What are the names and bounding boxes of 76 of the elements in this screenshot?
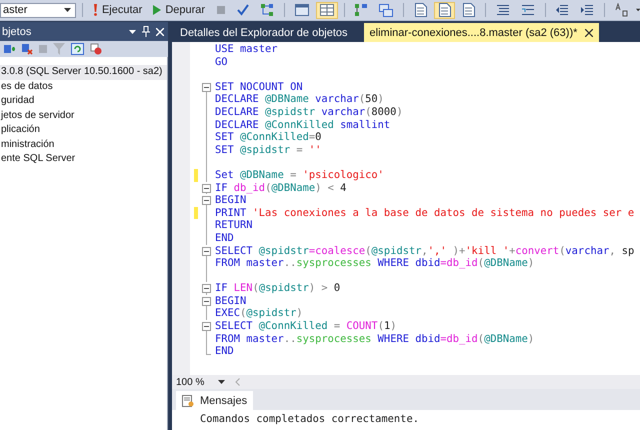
close-icon[interactable]	[585, 28, 594, 36]
windows-icon	[379, 4, 394, 16]
code-editor[interactable]	[172, 42, 640, 375]
results-tab[interactable]: Mensajes	[176, 391, 254, 410]
indent-icon	[580, 4, 594, 16]
code-line: DECLARE @spidstr varchar(8000)	[215, 106, 403, 119]
code-line: END	[215, 345, 234, 358]
code-line: USE master	[215, 43, 278, 56]
code-line: BEGIN	[215, 294, 246, 308]
caret-icon[interactable]	[129, 30, 136, 34]
spelling-icon	[614, 3, 629, 17]
check-icon	[237, 4, 250, 16]
document-icon	[414, 3, 427, 17]
panel-title: bjetos	[2, 26, 32, 38]
code-line: FROM master..sysprocesses WHERE dbid=db_id(@DBName)	[215, 257, 534, 270]
stop-document-icon[interactable]	[90, 43, 102, 55]
code-line: SELECT @ConnKilled = COUNT(1)	[215, 320, 396, 333]
collapse-icon[interactable]	[202, 196, 211, 206]
caret-icon	[218, 380, 226, 384]
tree-item[interactable]: guridad	[0, 94, 167, 108]
toolbar-button[interactable]	[434, 2, 455, 18]
document-icon	[462, 3, 475, 17]
tree-item[interactable]: es de datos	[0, 80, 167, 94]
tree-item[interactable]: ministración	[0, 138, 167, 152]
grid-icon	[320, 4, 334, 16]
lines-icon	[496, 4, 510, 16]
message-icon	[182, 394, 194, 406]
message-text: Comandos completados correctamente.	[200, 413, 419, 425]
tree-item[interactable]: plicación	[0, 123, 167, 138]
collapse-icon[interactable]	[202, 284, 211, 294]
code-line: EXEC(@spidstr)	[215, 307, 303, 320]
collapse-icon[interactable]	[202, 322, 211, 332]
code-line: DECLARE @ConnKilled smallint	[215, 118, 390, 132]
code-line: IF LEN(@spidstr) > 0	[215, 282, 340, 295]
tree-item[interactable]: jetos de servidor	[0, 108, 167, 123]
collapse-icon[interactable]	[202, 184, 211, 193]
code-line: RETURN	[215, 219, 253, 232]
code-line: END	[215, 232, 234, 244]
code-line: PRINT 'Las conexiones a la base de datos de sistema no puedes ser e	[215, 206, 634, 220]
exclamation-icon	[92, 4, 98, 16]
window-icon	[294, 4, 309, 16]
refresh-icon[interactable]	[71, 43, 84, 55]
disconnect-icon[interactable]	[21, 43, 33, 55]
code-line: FROM master..sysprocesses WHERE dbid=db_id(@DBName)	[215, 332, 534, 346]
overflow-caret-icon	[636, 8, 640, 12]
code-line: DECLARE @DBName varchar(50)	[215, 93, 384, 106]
database-dropdown[interactable]: aster	[0, 2, 76, 18]
collapse-icon[interactable]	[202, 82, 211, 92]
pin-icon[interactable]	[142, 26, 150, 37]
code-line: GO	[215, 56, 228, 68]
code-line: SET @spidstr = ''	[215, 144, 322, 156]
tree-item[interactable]: 3.0.8 (SQL Server 10.50.1600 - sa2)	[0, 65, 167, 80]
toolbar-button[interactable]	[316, 2, 338, 18]
outdent-icon	[555, 4, 570, 16]
stop-icon	[216, 5, 226, 15]
document-tab[interactable]: Detalles del Explorador de objetos	[174, 23, 354, 42]
execute-button[interactable]: Ejecutar	[88, 2, 146, 18]
code-line: Set @DBName = 'psicologico'	[215, 168, 384, 182]
collapse-icon[interactable]	[202, 246, 211, 256]
lines-arrow-icon	[520, 4, 534, 16]
debug-button[interactable]: Depurar	[149, 2, 210, 18]
tree-icon	[260, 3, 274, 17]
connect-icon[interactable]	[3, 43, 15, 55]
collapse-icon[interactable]	[202, 296, 211, 306]
play-icon	[153, 5, 162, 15]
tree-item[interactable]: ente SQL Server	[0, 152, 167, 166]
caret-icon	[64, 8, 72, 12]
code-line: SELECT @spidstr=coalesce(@spidstr,',' )+'kill '+convert(varchar, sp	[215, 244, 634, 258]
code-line: SET NOCOUNT ON	[215, 80, 303, 94]
code-line: BEGIN	[215, 194, 246, 207]
zoom-dropdown[interactable]: 100 %	[176, 376, 230, 388]
code-line: SET @ConnKilled=0	[215, 131, 322, 144]
document-tab[interactable]: eliminar-conexiones....8.master (sa2 (63))*	[364, 23, 600, 42]
diagram-icon	[354, 3, 368, 17]
code-line: IF db_id(@DBName) < 4	[215, 182, 346, 194]
document-icon	[438, 3, 451, 17]
